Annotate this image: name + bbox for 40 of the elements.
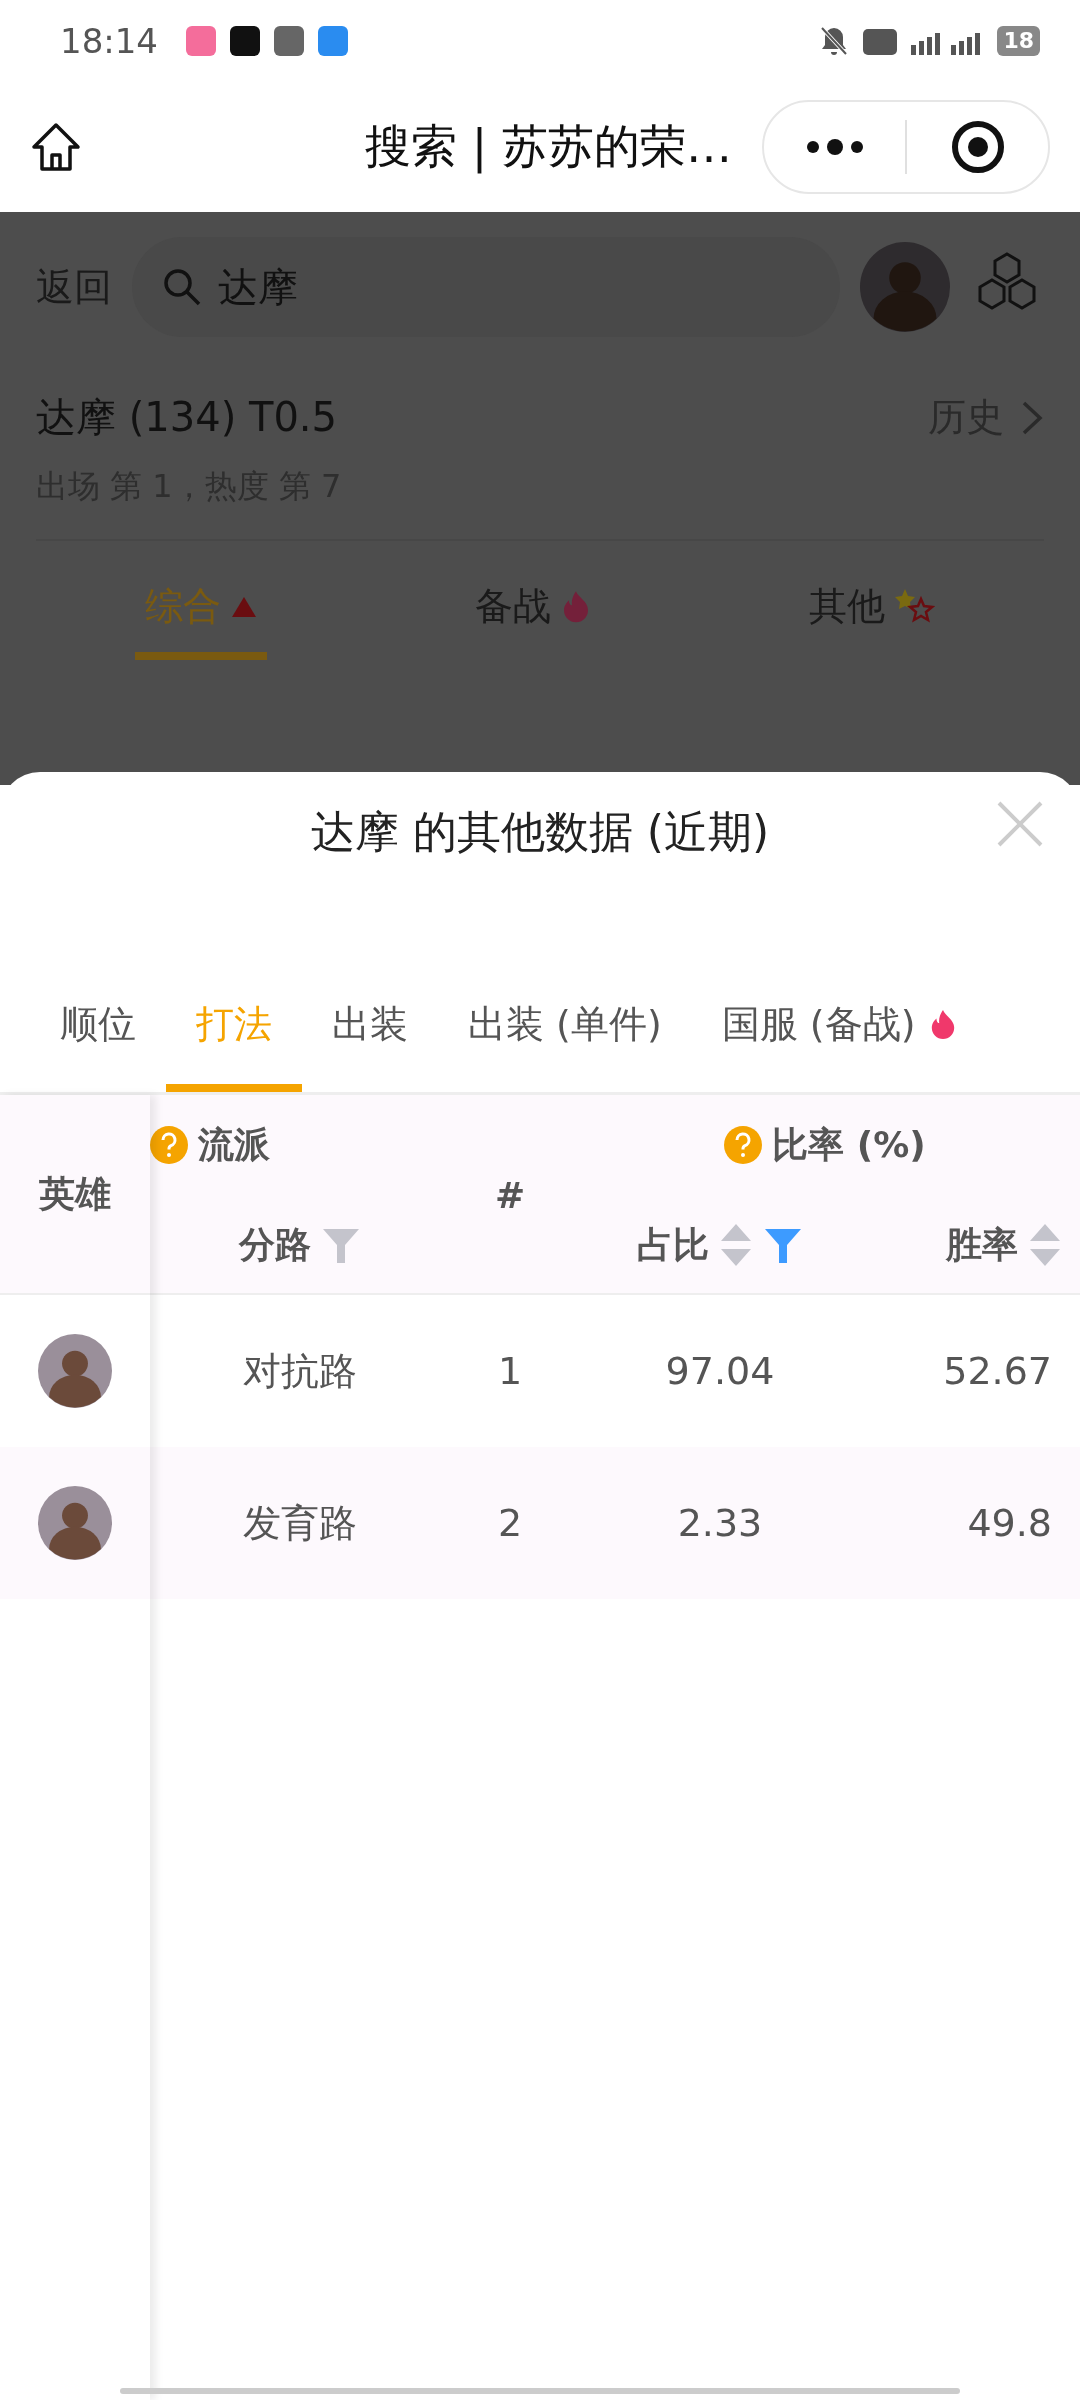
- status-time: 18:14: [60, 21, 158, 61]
- tab[interactable]: 国服 (备战): [691, 979, 988, 1092]
- search-icon: [162, 267, 202, 307]
- tab[interactable]: 综合: [135, 561, 267, 660]
- more-icon: [804, 139, 865, 155]
- column-header: 占比: [637, 1222, 709, 1267]
- column-header: 分路: [239, 1222, 311, 1267]
- table-cell-text: 发育路: [243, 1499, 357, 1547]
- column-header: 胜率: [946, 1222, 1018, 1267]
- bell-off-icon: [819, 25, 850, 57]
- table-cell: 52.67: [943, 1349, 1052, 1393]
- battery-level: 18: [997, 26, 1040, 56]
- sort-icon[interactable]: [719, 1222, 753, 1268]
- table-cell-text: 对抗路: [243, 1347, 357, 1395]
- tab[interactable]: 顺位: [30, 979, 166, 1092]
- sheet-title: 达摩 的其他数据 (近期): [310, 804, 770, 859]
- tab[interactable]: 出装: [302, 979, 438, 1092]
- table-cell: 1: [497, 1349, 523, 1393]
- help-icon[interactable]: [150, 1126, 188, 1164]
- group-header: 流派: [198, 1122, 270, 1167]
- home-icon[interactable]: [30, 121, 82, 173]
- table-cell: 2: [497, 1501, 523, 1545]
- column-header: #: [494, 1174, 526, 1216]
- search-field[interactable]: 达摩: [132, 237, 840, 337]
- app-icon: [186, 26, 216, 56]
- help-icon[interactable]: [724, 1126, 763, 1164]
- table-cell: 2.33: [677, 1501, 763, 1545]
- tab[interactable]: 出装 (单件): [438, 979, 692, 1092]
- app-icon: [230, 26, 260, 56]
- hero-title: 达摩 (134) T0.5: [36, 393, 338, 442]
- page-title: 搜索 | 苏苏的荣…: [365, 118, 732, 176]
- group-header: 比率 (%): [772, 1122, 926, 1167]
- target-icon: [950, 120, 1005, 174]
- column-header: 英雄: [39, 1171, 111, 1216]
- table-cell: 49.8: [967, 1501, 1052, 1545]
- search-value: 达摩: [218, 262, 298, 312]
- app-icon: [274, 26, 304, 56]
- app-icon: [318, 26, 348, 56]
- table-cell: 97.04: [665, 1349, 775, 1393]
- sort-icon[interactable]: [1028, 1222, 1062, 1268]
